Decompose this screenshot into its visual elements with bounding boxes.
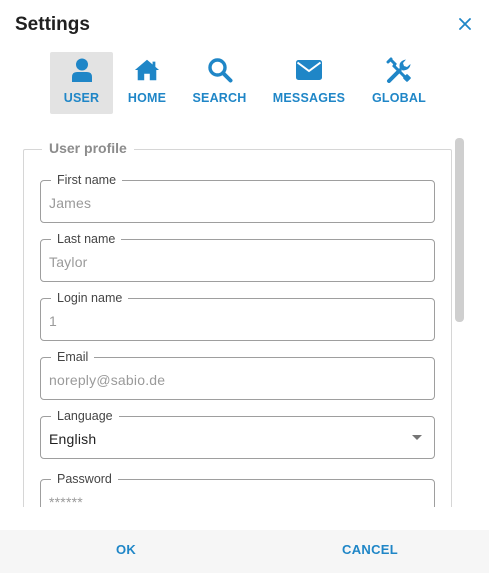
email-label: Email <box>51 349 95 365</box>
tab-search-label: SEARCH <box>192 91 247 105</box>
language-select[interactable]: Language English <box>40 408 435 459</box>
tab-search[interactable]: SEARCH <box>181 52 258 114</box>
tab-home-label: HOME <box>127 91 167 105</box>
language-label: Language <box>51 408 119 424</box>
last-name-label: Last name <box>51 231 122 247</box>
tab-global-label: GLOBAL <box>372 91 426 105</box>
tab-global[interactable]: GLOBAL <box>360 52 438 114</box>
password-value: ****** <box>49 494 83 507</box>
language-value: English <box>49 431 97 447</box>
search-icon <box>207 57 233 83</box>
settings-tabs: USER HOME SEARCH MESSAGES GLOBAL <box>50 52 438 114</box>
login-name-field[interactable]: Login name 1 <box>40 290 435 341</box>
user-profile-legend: User profile <box>42 140 134 156</box>
home-icon <box>134 57 160 83</box>
settings-content[interactable]: User profile First name James Last name … <box>0 130 489 507</box>
login-name-label: Login name <box>51 290 129 306</box>
close-icon[interactable] <box>457 16 473 32</box>
tab-user[interactable]: USER <box>50 52 113 114</box>
envelope-icon <box>296 57 322 83</box>
tab-home[interactable]: HOME <box>113 52 181 114</box>
last-name-value: Taylor <box>49 254 88 270</box>
user-icon <box>69 57 95 83</box>
dialog-footer: OK CANCEL <box>0 530 489 573</box>
email-value: noreply@sabio.de <box>49 372 166 388</box>
last-name-field[interactable]: Last name Taylor <box>40 231 435 282</box>
dialog-title: Settings <box>15 14 90 35</box>
password-field[interactable]: Password ****** <box>40 471 435 507</box>
dropdown-arrow-icon[interactable] <box>412 435 422 440</box>
ok-button[interactable]: OK <box>116 542 136 557</box>
first-name-value: James <box>49 195 92 211</box>
settings-dialog: Settings USER HOME SEARCH MESSAGES GLOBA… <box>0 0 489 573</box>
password-label: Password <box>51 471 118 487</box>
content-scrollbar[interactable] <box>455 138 464 322</box>
tab-messages[interactable]: MESSAGES <box>258 52 360 114</box>
tab-messages-label: MESSAGES <box>272 91 346 105</box>
first-name-label: First name <box>51 172 123 188</box>
tab-user-label: USER <box>63 91 100 105</box>
first-name-field[interactable]: First name James <box>40 172 435 223</box>
tools-icon <box>386 57 412 83</box>
close-icon-glyph <box>459 18 471 30</box>
email-field[interactable]: Email noreply@sabio.de <box>40 349 435 400</box>
cancel-button[interactable]: CANCEL <box>342 542 398 557</box>
login-name-value: 1 <box>49 313 57 329</box>
